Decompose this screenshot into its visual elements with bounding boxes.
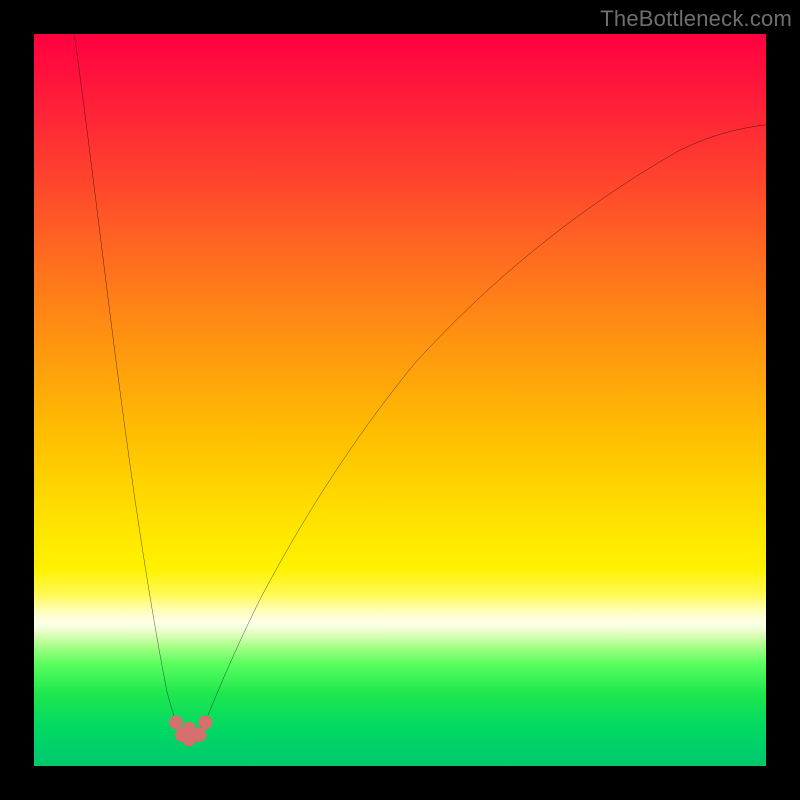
trough-markers bbox=[169, 715, 212, 746]
plot-area bbox=[34, 34, 766, 766]
curve-left-branch bbox=[74, 34, 176, 722]
chart-frame: TheBottleneck.com bbox=[0, 0, 800, 800]
curve-right-branch bbox=[205, 125, 766, 722]
bottleneck-curve bbox=[34, 34, 766, 766]
watermark-text: TheBottleneck.com bbox=[600, 6, 792, 32]
